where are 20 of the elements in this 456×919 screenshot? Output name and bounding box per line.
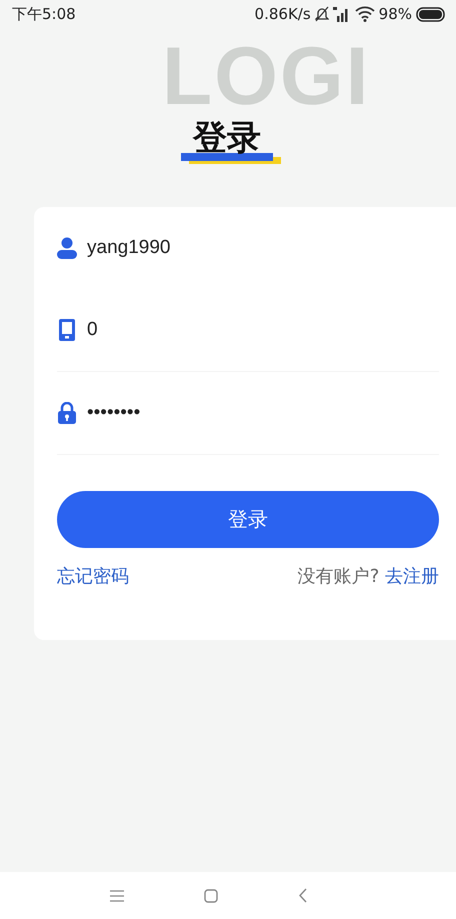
home-icon[interactable] (204, 888, 218, 902)
wifi-icon (354, 6, 375, 22)
clock-time: 下午5:08 (12, 4, 76, 24)
battery-icon (416, 6, 446, 22)
username-field[interactable]: yang1990 (87, 233, 387, 263)
back-icon[interactable] (298, 888, 306, 903)
login-button[interactable]: 登录 (57, 491, 439, 548)
register-prompt: 没有账户? (298, 566, 380, 587)
person-icon (57, 237, 77, 259)
phone-icon (57, 319, 77, 341)
register-link[interactable]: 去注册 (385, 566, 439, 587)
network-speed: 0.86K/s (254, 5, 311, 23)
battery-percent: 98% (378, 5, 412, 23)
page-title: 登录 (193, 120, 261, 158)
forgot-password-link[interactable]: 忘记密码 (57, 564, 129, 588)
menu-icon[interactable] (110, 890, 124, 902)
password-field[interactable]: •••••••• (87, 398, 387, 428)
phone-field[interactable]: 0 (87, 315, 387, 345)
bell-muted-icon (314, 6, 329, 22)
lock-icon (57, 402, 77, 424)
